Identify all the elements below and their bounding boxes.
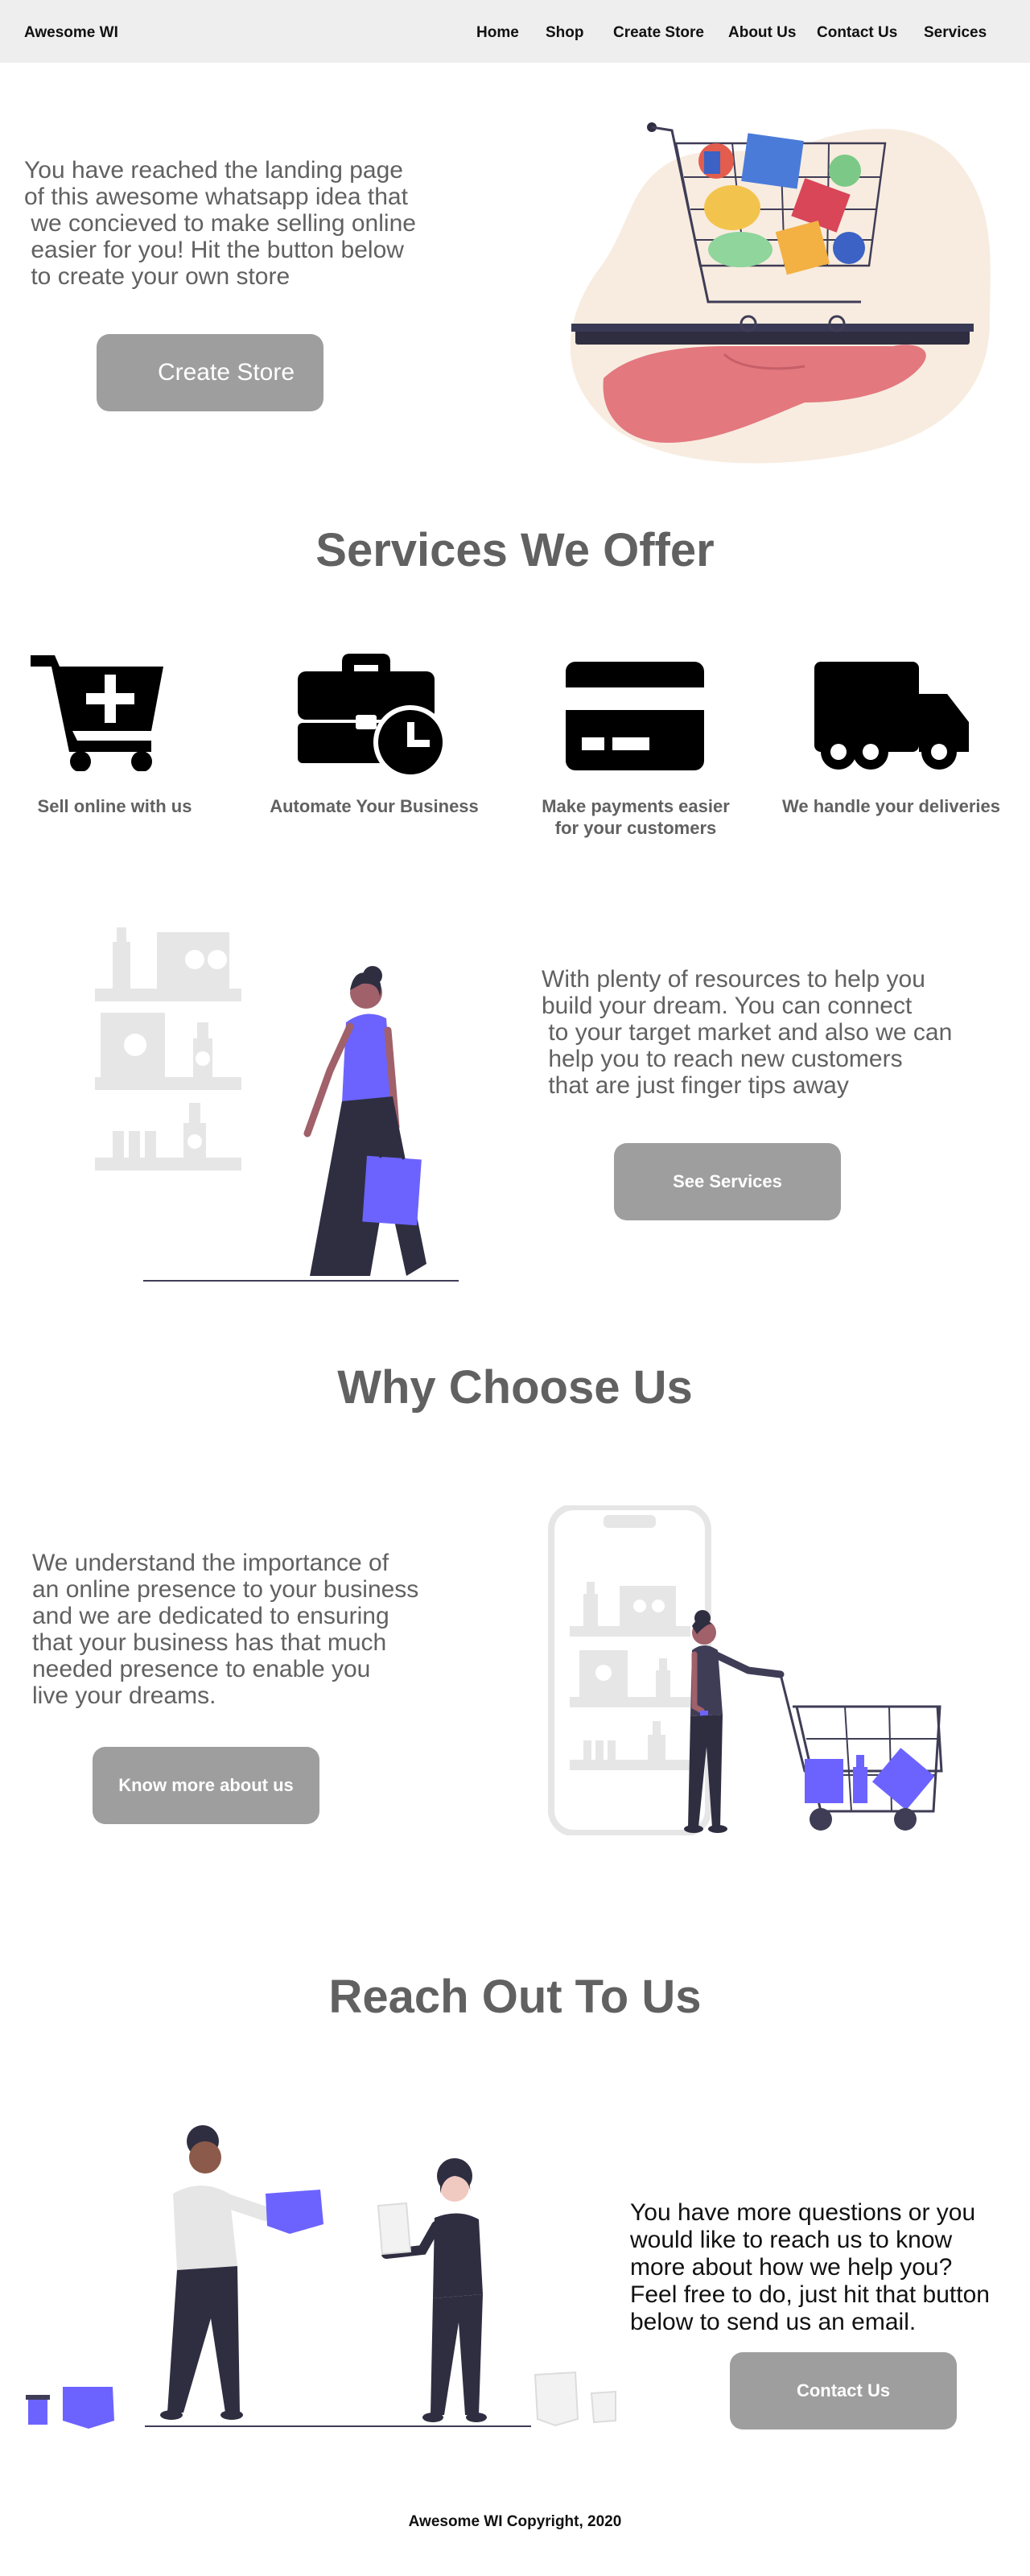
credit-card-icon xyxy=(566,662,704,770)
reach-out-title: Reach Out To Us xyxy=(328,1971,702,2023)
delivery-people-illustration xyxy=(26,2125,616,2429)
brand-logo[interactable]: Awesome WI xyxy=(24,24,118,42)
cart-plus-icon xyxy=(31,655,163,771)
shopping-cart-hand-illustration xyxy=(570,122,991,464)
see-services-button[interactable]: See Services xyxy=(614,1143,841,1220)
why-body-text: We understand the importance of an onlin… xyxy=(32,1550,483,1709)
services-text-line: With plenty of resources to help you xyxy=(542,966,925,993)
reach-text-line: below to send us an email. xyxy=(630,2309,917,2335)
service-label-sell-online: Sell online with us xyxy=(37,796,192,816)
services-text-line: help you to reach new customers xyxy=(542,1046,903,1072)
why-choose-us-title: Why Choose Us xyxy=(337,1361,693,1414)
navbar: Awesome WI Home Shop Create Store About … xyxy=(0,0,1030,63)
reach-text-line: Feel free to do, just hit that button xyxy=(630,2281,990,2308)
contact-us-button[interactable]: Contact Us xyxy=(730,2352,957,2429)
service-label-automate: Automate Your Business xyxy=(270,796,479,816)
why-text-line: an online presence to your business xyxy=(32,1576,419,1603)
nav-link-create-store[interactable]: Create Store xyxy=(613,24,704,42)
services-body-text: With plenty of resources to help you bui… xyxy=(542,966,1016,1099)
phone-shopping-illustration xyxy=(548,1505,943,1835)
hero-text: You have reached the landing page of thi… xyxy=(24,157,475,290)
why-text-line: live your dreams. xyxy=(32,1682,216,1709)
reach-text-line: more about how we help you? xyxy=(630,2254,953,2281)
nav-link-services[interactable]: Services xyxy=(924,24,987,42)
hero-text-line: to create your own store xyxy=(24,263,290,290)
nav-link-home[interactable]: Home xyxy=(476,24,519,42)
service-label-payments: Make payments easier for your customers xyxy=(542,796,730,838)
hero-text-line: easier for you! Hit the button below xyxy=(24,237,404,263)
services-text-line: build your dream. You can connect xyxy=(542,993,913,1019)
reach-text-line: You have more questions or you xyxy=(630,2199,976,2226)
reach-text-line: would like to reach us to know xyxy=(630,2227,953,2253)
services-title: Services We Offer xyxy=(315,524,715,576)
why-text-line: that your business has that much xyxy=(32,1629,387,1656)
hero-text-line: You have reached the landing page xyxy=(24,157,403,184)
hero-text-line: of this awesome whatsapp idea that xyxy=(24,184,408,210)
nav-link-about-us[interactable]: About Us xyxy=(728,24,796,42)
hero-text-line: we concieved to make selling online xyxy=(24,210,416,237)
footer-copyright: Awesome WI Copyright, 2020 xyxy=(408,2513,622,2530)
why-text-line: We understand the importance of xyxy=(32,1550,389,1576)
create-store-button[interactable]: Create Store xyxy=(97,334,323,411)
truck-icon xyxy=(814,662,969,770)
nav-link-shop[interactable]: Shop xyxy=(546,24,584,42)
services-text-line: to your target market and also we can xyxy=(542,1019,953,1046)
know-more-button[interactable]: Know more about us xyxy=(93,1747,319,1824)
services-text-line: that are just finger tips away xyxy=(542,1072,849,1099)
why-text-line: and we are dedicated to ensuring xyxy=(32,1603,389,1629)
briefcase-clock-icon xyxy=(298,654,447,778)
why-text-line: needed presence to enable you xyxy=(32,1656,371,1682)
reach-body-text: You have more questions or you would lik… xyxy=(630,2199,1024,2336)
service-label-deliveries: We handle your deliveries xyxy=(781,796,1001,816)
nav-link-contact-us[interactable]: Contact Us xyxy=(817,24,897,42)
shopping-woman-illustration xyxy=(95,927,459,1282)
